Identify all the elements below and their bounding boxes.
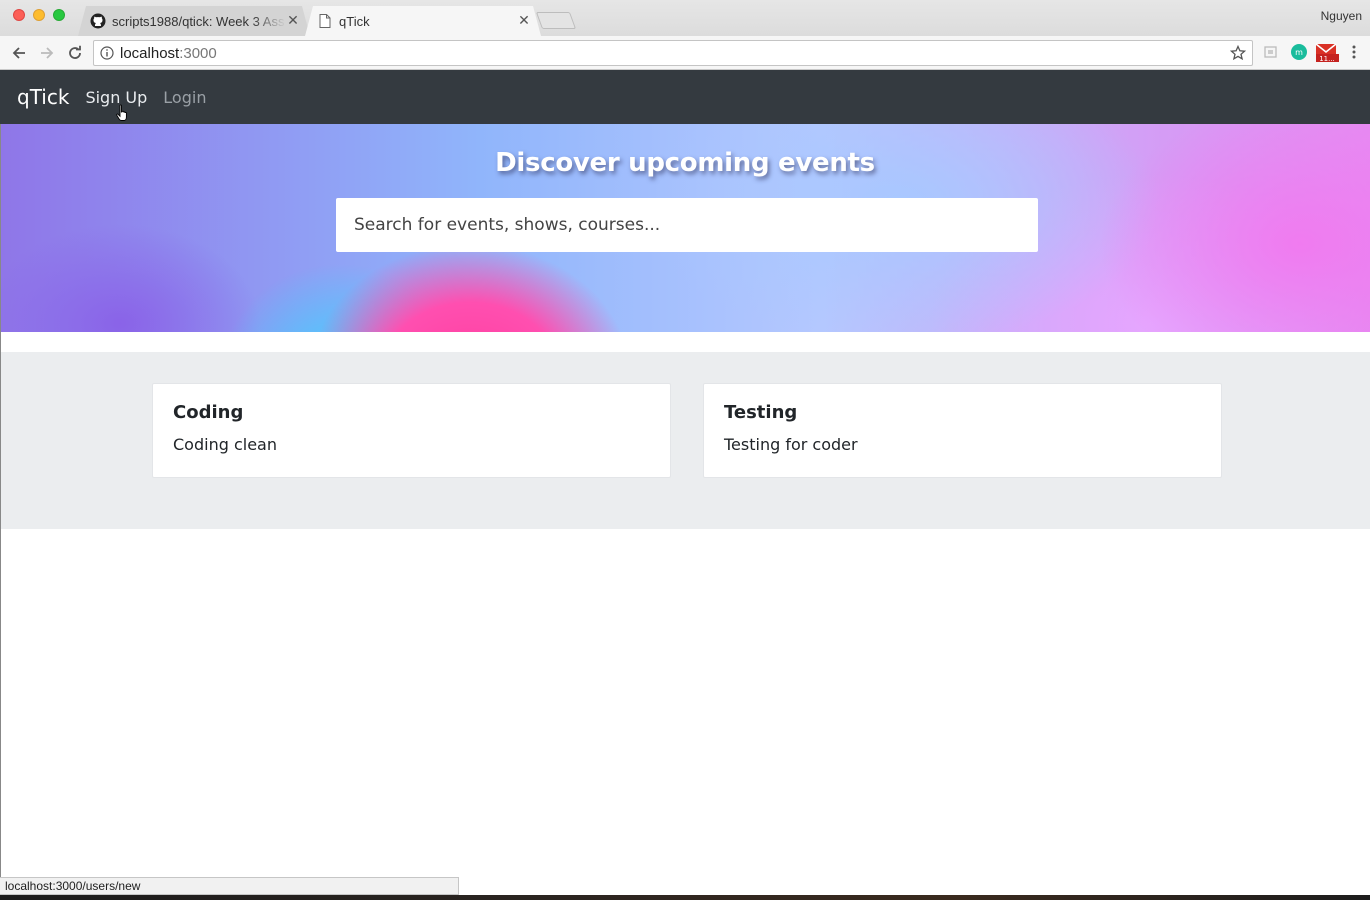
- reload-icon[interactable]: [64, 42, 86, 64]
- desktop-background-strip: [0, 895, 1370, 900]
- tab-title: qTick: [339, 13, 370, 29]
- extension-icon[interactable]: [1263, 44, 1279, 64]
- hero-banner: Discover upcoming events: [0, 124, 1370, 332]
- browser-tab-qtick[interactable]: qTick ✕: [305, 6, 541, 36]
- url-port: :3000: [179, 44, 217, 62]
- svg-text:11...: 11...: [1319, 55, 1335, 62]
- github-icon: [90, 13, 106, 29]
- extension-circle-icon[interactable]: m: [1291, 44, 1307, 64]
- gmail-icon[interactable]: 11...: [1315, 42, 1339, 66]
- browser-profile-name[interactable]: Nguyen: [1321, 9, 1362, 23]
- status-bar-url: localhost:3000/users/new: [0, 877, 459, 895]
- url-host: localhost: [120, 44, 180, 62]
- event-title: Testing: [724, 402, 798, 423]
- hand-cursor-icon: [116, 104, 127, 121]
- browser-tab-github[interactable]: scripts1988/qtick: Week 3 Ass ✕: [78, 6, 310, 36]
- browser-menu-icon[interactable]: [1350, 44, 1358, 64]
- minimize-window-button[interactable]: [33, 9, 45, 21]
- hero-title: Discover upcoming events: [495, 148, 875, 178]
- new-tab-button[interactable]: [535, 12, 577, 29]
- close-tab-icon[interactable]: ✕: [286, 13, 300, 29]
- events-section: Coding Coding clean Testing Testing for …: [0, 352, 1370, 529]
- bookmark-star-icon[interactable]: [1229, 44, 1247, 65]
- brand-logo[interactable]: qTick: [17, 85, 69, 109]
- event-card[interactable]: Coding Coding clean: [152, 383, 671, 478]
- browser-toolbar: localhost:3000 m 11...: [0, 36, 1370, 70]
- close-tab-icon[interactable]: ✕: [517, 13, 531, 29]
- event-description: Coding clean: [173, 435, 277, 454]
- browser-tab-strip: scripts1988/qtick: Week 3 Ass ✕ qTick ✕ …: [0, 0, 1370, 36]
- address-bar[interactable]: localhost:3000: [93, 40, 1253, 66]
- maximize-window-button[interactable]: [53, 9, 65, 21]
- tab-title: scripts1988/qtick: Week 3 Ass: [112, 13, 285, 29]
- event-title: Coding: [173, 402, 244, 423]
- site-navbar: qTick Sign Up Login: [0, 70, 1370, 124]
- forward-arrow-icon[interactable]: [36, 42, 58, 64]
- info-icon[interactable]: [94, 46, 120, 60]
- page-icon: [317, 13, 333, 29]
- back-arrow-icon[interactable]: [8, 42, 30, 64]
- event-description: Testing for coder: [724, 435, 858, 454]
- event-search-input[interactable]: [336, 198, 1038, 252]
- nav-link-login[interactable]: Login: [163, 88, 206, 107]
- close-window-button[interactable]: [13, 9, 25, 21]
- svg-text:m: m: [1295, 48, 1303, 57]
- window-edge: [0, 124, 1, 895]
- event-card[interactable]: Testing Testing for coder: [703, 383, 1222, 478]
